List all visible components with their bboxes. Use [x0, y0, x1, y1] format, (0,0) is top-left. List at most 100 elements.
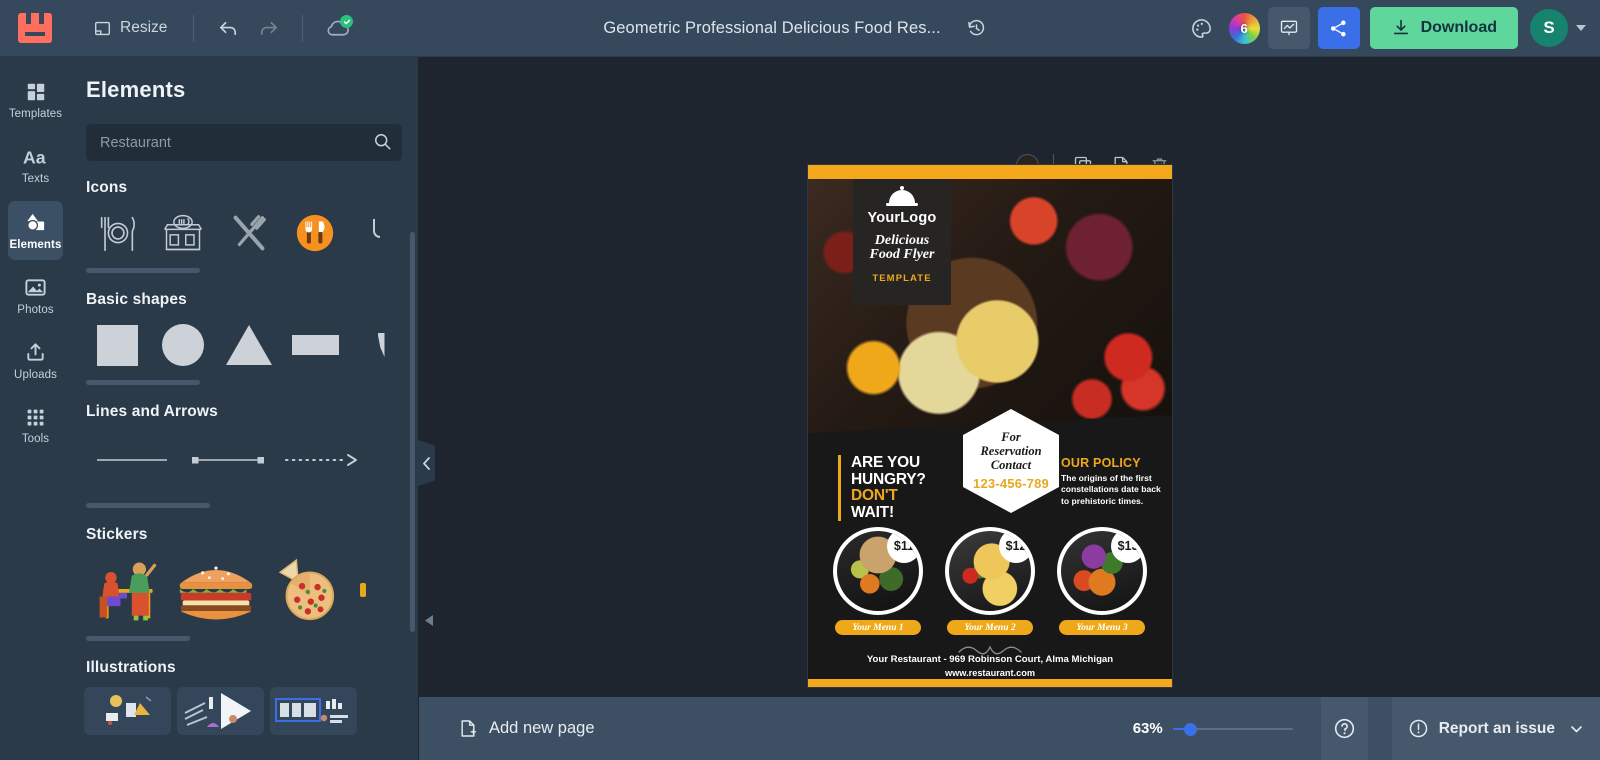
help-button[interactable] [1320, 697, 1368, 760]
lines-arrows-row [71, 421, 418, 491]
menu-item[interactable]: $11 Your Menu 1 [830, 527, 926, 635]
stickers-row [71, 544, 418, 630]
pizza-sticker[interactable] [260, 550, 348, 630]
redo-icon [260, 21, 277, 35]
undo-icon [219, 21, 236, 35]
design-editor-app: Resize Geometric Professional Delicious … [0, 0, 1600, 760]
download-button[interactable]: Download [1369, 7, 1518, 49]
stickers-overflow-item[interactable] [348, 561, 378, 619]
document-title[interactable]: Geometric Professional Delicious Food Re… [603, 19, 940, 38]
flyer-title-line2: Food Flyer [869, 247, 935, 262]
orange-fork-knife-badge-icon[interactable] [282, 204, 348, 261]
menu-item[interactable]: $12 Your Menu 2 [942, 527, 1038, 635]
zoom-value-label: 63% [1132, 720, 1163, 737]
policy-title: OUR POLICY [1061, 456, 1141, 470]
dashboard-illustration[interactable] [270, 687, 357, 735]
flyer-website: www.restaurant.com [944, 668, 1036, 678]
alert-circle-icon [1409, 719, 1428, 738]
bottom-bar: Add new page 63% Report an issue [419, 697, 1600, 760]
elements-icon [27, 213, 45, 231]
plate-cutlery-icon[interactable] [84, 204, 150, 261]
hungry-line-3: DON'T [851, 487, 898, 504]
menu-photo: $11 [833, 527, 923, 615]
search-input[interactable] [86, 124, 402, 161]
flyer-design-page[interactable]: YourLogo Delicious Food Flyer TEMPLATE F… [808, 165, 1172, 687]
crossed-fork-knife-icon[interactable] [216, 204, 282, 261]
photos-icon [25, 278, 46, 296]
burger-sticker[interactable] [172, 550, 260, 630]
resize-icon [95, 21, 110, 35]
menu-item[interactable]: $13 Your Menu 3 [1054, 527, 1150, 635]
collapse-panel-button[interactable] [418, 440, 435, 486]
avatar-initial: S [1543, 18, 1555, 37]
cloud-check-icon [340, 15, 354, 28]
app-logo-icon[interactable] [18, 13, 52, 43]
plain-line[interactable] [84, 431, 180, 489]
left-rail: Templates Aa Texts Elements Photos Uploa… [0, 57, 71, 760]
desk-illustration[interactable] [84, 687, 171, 735]
presentation-illustration[interactable] [177, 687, 264, 735]
people-dining-sticker[interactable] [84, 550, 172, 630]
share-button[interactable] [1317, 7, 1360, 49]
section-title-stickers: Stickers [86, 526, 148, 543]
report-issue-button[interactable]: Report an issue [1391, 697, 1600, 760]
sidebar-item-label: Templates [8, 108, 63, 120]
zoom-slider[interactable] [1172, 721, 1293, 737]
section-title-lines-arrows: Lines and Arrows [86, 403, 218, 420]
palette-button[interactable] [1183, 9, 1221, 47]
search-button[interactable] [373, 132, 392, 156]
illustrations-row [71, 677, 418, 737]
sidebar-item-texts[interactable]: Aa Texts [8, 136, 63, 195]
flyer-logo-text: YourLogo [867, 210, 937, 226]
icons-overflow-item[interactable] [348, 204, 414, 261]
color-count-label: 6 [1240, 20, 1248, 36]
zoom-slider-knob[interactable] [1183, 722, 1197, 736]
panel-scrollbar[interactable] [410, 232, 415, 632]
cloud-save-status[interactable] [317, 8, 357, 48]
user-avatar[interactable]: S [1530, 9, 1568, 47]
basic-shapes-overflow-item[interactable] [348, 316, 414, 373]
present-icon [1280, 20, 1297, 36]
hungry-line-1: ARE YOU [851, 454, 920, 471]
version-history-button[interactable] [957, 9, 997, 49]
color-wheel-button[interactable]: 6 [1228, 12, 1260, 44]
search-icon [375, 134, 391, 150]
restaurant-storefront-icon[interactable] [150, 204, 216, 261]
flyer-logo-block[interactable]: YourLogo Delicious Food Flyer TEMPLATE [853, 179, 951, 305]
sidebar-item-uploads[interactable]: Uploads [8, 331, 63, 390]
svg-text:Aa: Aa [23, 148, 46, 168]
sidebar-item-photos[interactable]: Photos [8, 266, 63, 325]
hex-line-3: Contact [990, 458, 1032, 472]
sidebar-item-tools[interactable]: Tools [8, 396, 63, 455]
download-label: Download [1420, 19, 1497, 36]
flyer-hungry-block[interactable]: ARE YOU HUNGRY? DON'T WAIT! [838, 454, 926, 521]
redo-button[interactable] [248, 8, 288, 48]
resize-label: Resize [120, 19, 168, 36]
history-icon [968, 19, 985, 36]
line-with-square-ends[interactable] [180, 431, 276, 489]
sidebar-item-templates[interactable]: Templates [8, 71, 63, 130]
add-new-page-button[interactable]: Add new page [448, 710, 605, 747]
flyer-policy-block[interactable]: OUR POLICY The origins of the first cons… [1061, 456, 1165, 507]
triangle-left-icon [425, 615, 433, 626]
circle-shape[interactable] [150, 316, 216, 373]
rectangle-shape[interactable] [282, 316, 348, 373]
canvas-area[interactable]: YourLogo Delicious Food Flyer TEMPLATE F… [418, 57, 1600, 760]
sidebar-item-elements[interactable]: Elements [8, 201, 63, 260]
square-shape[interactable] [84, 316, 150, 373]
menu-price-badge: $12 [999, 531, 1031, 563]
policy-body: The origins of the first constellations … [1061, 473, 1161, 506]
dotted-arrow-line[interactable] [276, 431, 372, 489]
sidebar-item-label: Photos [17, 303, 54, 316]
section-title-icons: Icons [86, 179, 128, 196]
top-toolbar-right: 6 Download S [1183, 7, 1600, 49]
present-button[interactable] [1267, 7, 1310, 49]
canvas-scroll-left-arrow[interactable] [425, 613, 434, 631]
sidebar-item-label: Texts [21, 173, 50, 185]
resize-button[interactable]: Resize [82, 9, 179, 47]
help-circle-icon [1334, 718, 1354, 739]
triangle-shape[interactable] [216, 316, 282, 373]
account-chevron-down-icon[interactable] [1576, 25, 1586, 31]
templates-icon [27, 83, 44, 101]
undo-button[interactable] [208, 8, 248, 48]
